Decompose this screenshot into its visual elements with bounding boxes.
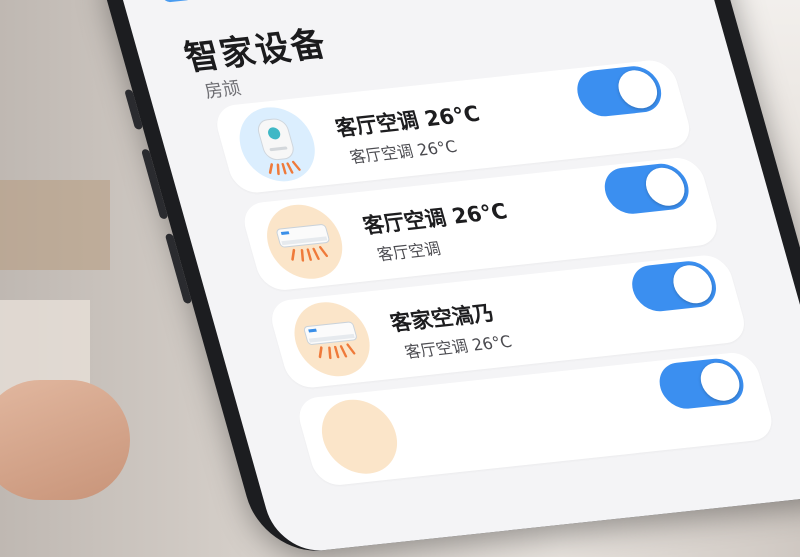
- air-conditioner-icon: [258, 201, 352, 283]
- phone: 智家设备 房颃 客厅空调 26°C 客厅空调 26°C 客厅空调 26°C 客厅…: [90, 0, 800, 557]
- air-conditioner-icon: [313, 396, 406, 478]
- air-purifier-icon: [230, 103, 324, 185]
- toggle-knob: [696, 360, 744, 403]
- scene: 智家设备 房颃 客厅空调 26°C 客厅空调 26°C 客厅空调 26°C 客厅…: [0, 0, 800, 557]
- page-title: 智家设备: [180, 23, 332, 79]
- app-screen: 智家设备 房颃 客厅空调 26°C 客厅空调 26°C 客厅空调 26°C 客厅…: [110, 0, 800, 555]
- air-conditioner-icon: [285, 298, 379, 380]
- phone-volume-up: [140, 148, 169, 220]
- device-name: 客厅空调 26°C: [360, 199, 510, 239]
- toggle-knob: [613, 68, 662, 111]
- toggle-knob: [641, 165, 690, 208]
- toggle-knob: [668, 263, 717, 306]
- device-toggle[interactable]: [571, 64, 667, 119]
- back-chip-icon: [160, 0, 194, 3]
- device-name: 客厅空调 26°C: [332, 101, 483, 141]
- device-toggle[interactable]: [654, 356, 749, 411]
- section-label: 房颃: [202, 77, 244, 103]
- device-toggle[interactable]: [599, 161, 695, 217]
- hand: [0, 380, 130, 500]
- device-subtitle: 客厅空调: [375, 238, 443, 265]
- back-button[interactable]: [160, 0, 242, 3]
- device-toggle[interactable]: [626, 258, 722, 314]
- phone-side-button: [124, 89, 144, 130]
- phone-volume-down: [164, 233, 193, 304]
